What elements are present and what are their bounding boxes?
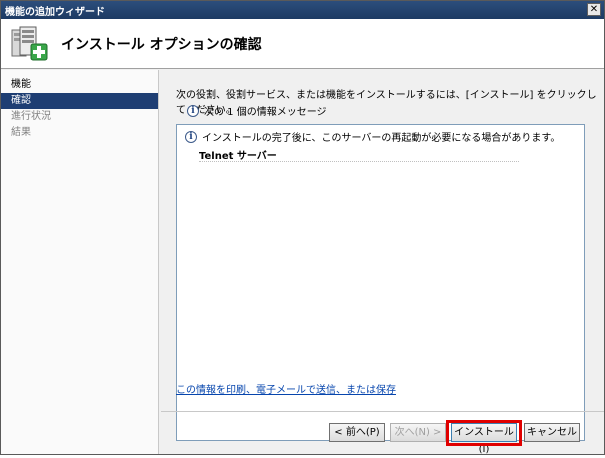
feature-item: Telnet サーバー [199, 151, 277, 162]
window-title: 機能の追加ウィザード [5, 6, 105, 18]
message-count-label: 次の 1 個の情報メッセージ [204, 107, 327, 118]
feature-divider [199, 161, 519, 162]
main-panel: 次の役割、役割サービス、または機能をインストールするには、[インストール] をク… [160, 70, 604, 454]
previous-button[interactable]: < 前へ(P) [329, 423, 385, 442]
sidebar-item-confirm[interactable]: 確認 [1, 93, 158, 109]
header-banner: インストール オプションの確認 [1, 19, 604, 69]
list-message-row: i インストールの完了後に、このサーバーの再起動が必要になる場合があります。 [185, 129, 560, 144]
cancel-button[interactable]: キャンセル [524, 423, 580, 442]
sidebar-item-features[interactable]: 機能 [1, 77, 158, 93]
wizard-steps-sidebar: 機能 確認 進行状況 結果 [1, 70, 159, 454]
footer-divider [161, 411, 604, 412]
close-button[interactable]: ✕ [587, 3, 601, 16]
wizard-window: 機能の追加ウィザード ✕ インストール オプションの確認 機能 確認 進行状況 … [0, 0, 605, 455]
server-add-icon [11, 26, 48, 61]
info-icon: i [187, 104, 199, 117]
message-count-row: i 次の 1 個の情報メッセージ [187, 103, 327, 118]
sidebar-item-progress: 進行状況 [11, 111, 51, 122]
title-bar: 機能の追加ウィザード ✕ [1, 1, 604, 19]
restart-message: インストールの完了後に、このサーバーの再起動が必要になる場合があります。 [202, 133, 561, 144]
install-button[interactable]: インストール(I) [451, 423, 517, 455]
page-title: インストール オプションの確認 [61, 37, 262, 53]
sidebar-item-results: 結果 [11, 127, 31, 138]
print-save-link[interactable]: この情報を印刷、電子メールで送信、または保存 [176, 381, 396, 396]
info-icon: i [185, 130, 197, 143]
next-button: 次へ(N) > [390, 423, 446, 442]
